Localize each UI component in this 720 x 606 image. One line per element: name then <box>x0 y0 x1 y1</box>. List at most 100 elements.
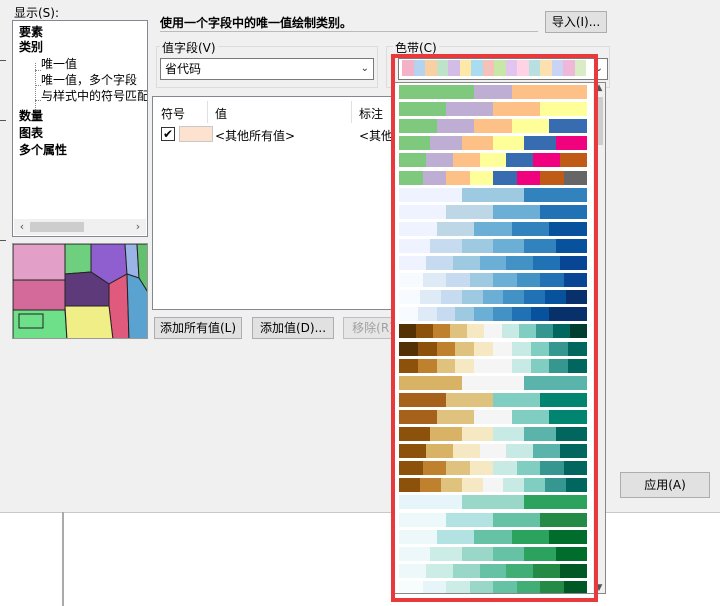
ramp-color-stop <box>455 358 475 373</box>
ramp-color-stop <box>436 307 456 322</box>
color-ramp-option[interactable] <box>399 238 587 253</box>
ramp-color-stop <box>436 119 475 134</box>
color-ramp-option[interactable] <box>399 580 587 593</box>
ramp-color-stop <box>484 324 502 339</box>
value-field-select[interactable]: 省代码 ⌄ <box>160 58 374 80</box>
ramp-color-stop <box>461 427 493 441</box>
renderer-description: 使用一个字段中的唯一值绘制类别。 <box>160 14 538 32</box>
tree-item-categories[interactable]: 类别 <box>19 39 43 55</box>
color-ramp-dropdown[interactable]: ▲ ▼ <box>394 82 606 594</box>
column-separator[interactable] <box>351 101 352 123</box>
add-all-values-button[interactable]: 添加所有值(L) <box>154 317 242 339</box>
scroll-down-icon[interactable]: ▼ <box>593 583 605 593</box>
color-ramp-option[interactable] <box>399 358 587 373</box>
ramp-color-stop <box>511 529 550 544</box>
color-ramp-option[interactable] <box>399 136 587 151</box>
ramp-color-stop <box>540 461 564 476</box>
ramp-color-stop <box>533 444 561 459</box>
color-ramp-option[interactable] <box>399 546 587 561</box>
ramp-color-stop <box>399 290 420 305</box>
ramp-color-stop <box>399 170 423 185</box>
ramp-color-stop <box>450 324 468 339</box>
tree-item-charts[interactable]: 图表 <box>19 125 43 141</box>
ramp-color-stop <box>422 580 446 593</box>
color-ramp-option[interactable] <box>399 307 587 322</box>
ramp-color-stop <box>493 512 540 527</box>
color-ramp-option[interactable] <box>399 170 587 185</box>
tree-item-quantities[interactable]: 数量 <box>19 108 43 124</box>
color-ramp-option[interactable] <box>399 478 587 493</box>
ramp-color-stop <box>511 307 531 322</box>
color-ramp-option[interactable] <box>399 204 587 219</box>
color-ramp-option[interactable] <box>399 187 587 202</box>
scroll-thumb[interactable] <box>30 222 84 232</box>
chevron-down-icon[interactable]: ⌄ <box>361 59 369 79</box>
color-ramp-option[interactable] <box>399 119 587 134</box>
column-header-symbol[interactable]: 符号 <box>161 105 185 122</box>
color-ramp-option[interactable] <box>399 102 587 117</box>
ramp-color-stop <box>459 60 471 76</box>
tree-item-multiple-attributes[interactable]: 多个属性 <box>19 142 67 158</box>
dropdown-vertical-scrollbar[interactable]: ▲ ▼ <box>593 83 605 593</box>
tree-item-unique-values[interactable]: 唯一值 <box>41 56 77 72</box>
symbology-dialog: 显示(S): 要素 类别 唯一值 唯一值，多个字段 与样式中的符号匹配 数量 图… <box>0 0 720 512</box>
column-header-value[interactable]: 值 <box>215 105 227 122</box>
ramp-color-stop <box>461 136 493 151</box>
ramp-color-stop <box>422 273 446 288</box>
ramp-color-stop <box>446 170 470 185</box>
tree-item-features[interactable]: 要素 <box>19 24 43 40</box>
color-ramp-option[interactable] <box>399 324 587 339</box>
color-ramp-option[interactable] <box>399 563 587 578</box>
add-value-button[interactable]: 添加值(D)... <box>252 317 334 339</box>
scroll-thumb[interactable] <box>595 97 603 145</box>
ramp-color-stop <box>530 358 550 373</box>
color-ramp-option[interactable] <box>399 256 587 270</box>
color-ramp-option[interactable] <box>399 273 587 288</box>
ramp-color-stop <box>436 341 456 356</box>
color-ramp-option[interactable] <box>399 512 587 527</box>
color-ramp-option[interactable] <box>399 409 587 424</box>
color-ramp-option[interactable] <box>399 495 587 510</box>
color-ramp-option[interactable] <box>399 85 587 99</box>
ramp-color-stop <box>524 427 556 441</box>
scroll-left-icon[interactable]: ‹ <box>14 219 30 235</box>
ramp-color-stop <box>461 187 493 202</box>
ramp-color-stop <box>506 256 534 270</box>
renderer-tree[interactable]: 要素 类别 唯一值 唯一值，多个字段 与样式中的符号匹配 数量 图表 多个属性 … <box>12 20 148 237</box>
tree-item-match-style-symbols[interactable]: 与样式中的符号匹配 <box>41 88 147 104</box>
color-ramp-option[interactable] <box>399 444 587 459</box>
color-ramp-option[interactable] <box>399 461 587 476</box>
row-value[interactable]: <其他所有值> <box>215 127 295 144</box>
color-ramp-option[interactable] <box>399 375 587 390</box>
scroll-up-icon[interactable]: ▲ <box>593 83 605 93</box>
ramp-color-stop <box>452 444 480 459</box>
ramp-color-stop <box>474 307 493 322</box>
selected-color-ramp[interactable] <box>402 60 586 76</box>
symbol-swatch[interactable] <box>179 126 213 142</box>
symbol-value-list[interactable]: 符号 值 标注 ✔ <其他所有值> <其他所 <box>152 96 405 310</box>
color-ramp-option[interactable] <box>399 427 587 441</box>
ramp-color-stop <box>482 60 494 76</box>
color-ramp-option[interactable] <box>399 529 587 544</box>
import-button[interactable]: 导入(I)... <box>545 11 607 33</box>
color-ramp-option[interactable] <box>399 290 587 305</box>
ramp-color-stop <box>399 409 437 424</box>
apply-button[interactable]: 应用(A) <box>620 472 710 498</box>
color-ramp-option[interactable] <box>399 392 587 407</box>
ramp-color-stop <box>446 461 470 476</box>
column-header-label[interactable]: 标注 <box>359 105 383 122</box>
chevron-down-icon[interactable]: ⌄ <box>595 59 603 79</box>
tree-horizontal-scrollbar[interactable]: ‹ › <box>14 219 146 235</box>
ramp-color-stop <box>430 136 462 151</box>
scroll-right-icon[interactable]: › <box>130 219 146 235</box>
color-ramp-option[interactable] <box>399 153 587 168</box>
ramp-color-stop <box>524 238 556 253</box>
tree-item-unique-values-many-fields[interactable]: 唯一值，多个字段 <box>41 72 137 88</box>
color-ramp-option[interactable] <box>399 341 587 356</box>
column-separator[interactable] <box>207 101 208 123</box>
color-ramp-option[interactable] <box>399 221 587 236</box>
row-checkbox[interactable]: ✔ <box>161 127 175 141</box>
ramp-color-stop <box>399 307 418 322</box>
ramp-color-stop <box>430 238 462 253</box>
ramp-color-stop <box>446 580 470 593</box>
